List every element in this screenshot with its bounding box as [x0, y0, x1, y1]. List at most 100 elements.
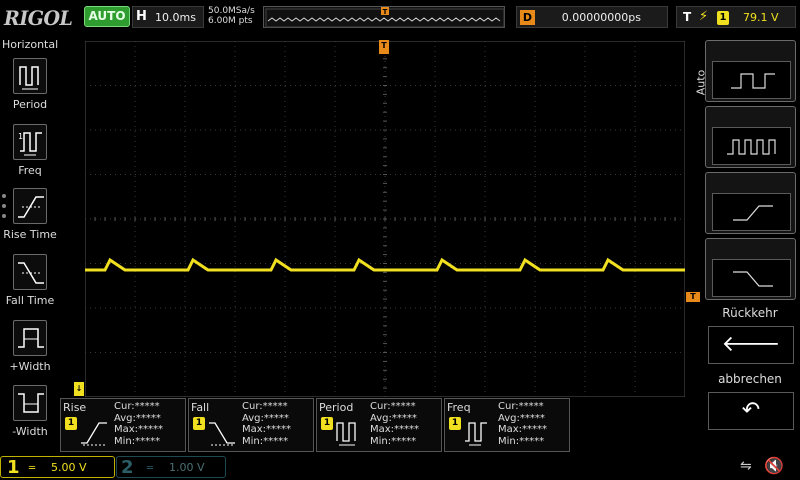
delay-badge: D	[520, 10, 535, 25]
measurement-name: Fall	[191, 401, 210, 414]
softkey-single-cycle[interactable]	[705, 40, 796, 102]
positive-width-icon	[13, 320, 47, 356]
run-mode-button[interactable]: AUTO	[84, 6, 130, 27]
trigger-channel-badge: 1	[717, 11, 729, 25]
stat-average: Avg:*****	[498, 412, 545, 424]
rising-edge-icon: ⚡	[699, 9, 709, 24]
negative-width-icon	[13, 385, 47, 421]
measurement-rise[interactable]: Rise 1 Cur:***** Avg:***** Max:***** Min…	[60, 398, 186, 452]
menu-item-rise-time[interactable]: Rise Time	[0, 184, 60, 242]
menu-item-label: Rise Time	[3, 228, 57, 241]
back-button[interactable]: 🡐	[708, 326, 794, 364]
back-label: Rückkehr	[722, 306, 778, 320]
channel-number: 1	[7, 457, 20, 478]
stat-maximum: Max:*****	[498, 424, 548, 435]
frequency-icon: 1	[13, 124, 47, 160]
sample-rate: 50.0MSa/s	[208, 6, 255, 16]
delay-display[interactable]: D 0.00000000ps	[516, 6, 668, 28]
measurement-channel-badge: 1	[449, 417, 461, 430]
delay-value: 0.00000000ps	[561, 11, 641, 24]
channel-bar: 1 ═ 5.00 V 2 ═ 1.00 V ⇋ 🔇	[0, 454, 800, 480]
rise-time-icon	[13, 188, 47, 224]
multi-cycle-icon	[712, 127, 791, 165]
menu-item-label: +Width	[9, 360, 51, 373]
svg-text:1: 1	[18, 132, 23, 141]
acquisition-info: 50.0MSa/s 6.00M pts	[208, 6, 255, 26]
stat-minimum: Min:*****	[242, 435, 289, 447]
stat-maximum: Max:*****	[242, 424, 292, 435]
svg-text:T: T	[383, 8, 388, 16]
measurement-stats: Cur:***** Avg:***** Max:***** Min:*****	[242, 401, 291, 447]
stat-average: Avg:*****	[242, 412, 289, 424]
stat-average: Avg:*****	[370, 412, 417, 424]
stat-current: Cur:*****	[498, 401, 544, 412]
cancel-button[interactable]: ↶	[708, 392, 794, 430]
dc-coupling-icon: ═	[147, 463, 154, 474]
menu-item-frequency[interactable]: 1 Freq	[0, 120, 60, 178]
stat-maximum: Max:*****	[114, 424, 164, 435]
stat-maximum: Max:*****	[370, 424, 420, 435]
period-icon	[13, 58, 47, 94]
menu-item-period[interactable]: Period	[0, 54, 60, 112]
measurement-name: Rise	[63, 401, 87, 414]
stat-current: Cur:*****	[242, 401, 288, 412]
trigger-position-marker[interactable]: T	[379, 40, 389, 54]
channel-1-offset-marker[interactable]: ↓	[74, 382, 84, 396]
measurement-frequency[interactable]: Freq 1 Cur:***** Avg:***** Max:***** Min…	[444, 398, 570, 452]
channel-2-status[interactable]: 2 ═ 1.00 V	[116, 456, 226, 478]
measurement-fall[interactable]: Fall 1 Cur:***** Avg:***** Max:***** Min…	[188, 398, 314, 452]
falling-edge-icon	[712, 259, 791, 297]
menu-item-label: Period	[12, 98, 48, 111]
measurement-period[interactable]: Period 1 Cur:***** Avg:***** Max:***** M…	[316, 398, 442, 452]
brand-logo: RIGOL	[4, 6, 73, 30]
menu-item-fall-time[interactable]: Fall Time	[0, 250, 60, 308]
channel-number: 2	[121, 457, 134, 478]
menu-title: Horizontal	[2, 38, 59, 51]
status-bar: RIGOL AUTO H 10.0ms 50.0MSa/s 6.00M pts …	[0, 0, 800, 36]
channel-scale: 5.00 V	[51, 461, 87, 474]
cancel-label: abbrechen	[718, 372, 782, 386]
memory-depth: 6.00M pts	[208, 16, 253, 26]
rise-time-icon	[81, 422, 107, 446]
channel-1-status[interactable]: 1 ═ 5.00 V	[0, 456, 115, 478]
period-icon	[336, 422, 356, 446]
timebase-value: 10.0ms	[155, 11, 196, 24]
stat-minimum: Min:*****	[114, 435, 161, 447]
softkey-falling-edge[interactable]	[705, 238, 796, 300]
menu-item-negative-width[interactable]: -Width	[0, 381, 60, 439]
softkey-rising-edge[interactable]	[705, 172, 796, 234]
undo-icon: ↶	[741, 398, 761, 423]
trigger-display[interactable]: T ⚡ 1 79.1 V	[676, 6, 796, 28]
rising-edge-icon	[712, 193, 791, 231]
measurement-stats: Cur:***** Avg:***** Max:***** Min:*****	[114, 401, 163, 447]
trigger-level-marker[interactable]: T	[686, 292, 700, 302]
channel-scale: 1.00 V	[169, 461, 205, 474]
dc-coupling-icon: ═	[29, 463, 36, 474]
trigger-position-marker: T	[381, 7, 389, 16]
stat-current: Cur:*****	[370, 401, 416, 412]
fall-time-icon	[13, 254, 47, 290]
measurement-stats: Cur:***** Avg:***** Max:***** Min:*****	[370, 401, 419, 447]
measurement-channel-badge: 1	[193, 417, 205, 430]
waveform-grid	[84, 40, 686, 398]
usb-icon: ⇋	[740, 458, 752, 474]
softkey-multi-cycle[interactable]	[705, 106, 796, 168]
stat-minimum: Min:*****	[498, 435, 545, 447]
frequency-icon	[465, 422, 487, 446]
trigger-level: 79.1 V	[743, 11, 779, 24]
menu-item-positive-width[interactable]: +Width	[0, 316, 60, 374]
measurement-stats: Cur:***** Avg:***** Max:***** Min:*****	[498, 401, 547, 447]
measurement-channel-badge: 1	[321, 417, 333, 430]
speaker-mute-icon[interactable]: 🔇	[764, 456, 784, 475]
fall-time-icon	[209, 422, 235, 446]
waveform-display[interactable]	[84, 40, 686, 398]
trigger-label: T	[683, 10, 692, 24]
auto-measure-menu: Auto Rückkehr 🡐 abbrechen ↶	[694, 36, 800, 454]
stat-current: Cur:*****	[114, 401, 160, 412]
measurement-name: Period	[319, 401, 354, 414]
left-arrow-icon: 🡐	[721, 332, 781, 357]
single-cycle-icon	[712, 61, 791, 99]
stat-average: Avg:*****	[114, 412, 161, 424]
menu-item-label: -Width	[12, 425, 48, 438]
timebase-display[interactable]: H 10.0ms	[132, 6, 204, 28]
